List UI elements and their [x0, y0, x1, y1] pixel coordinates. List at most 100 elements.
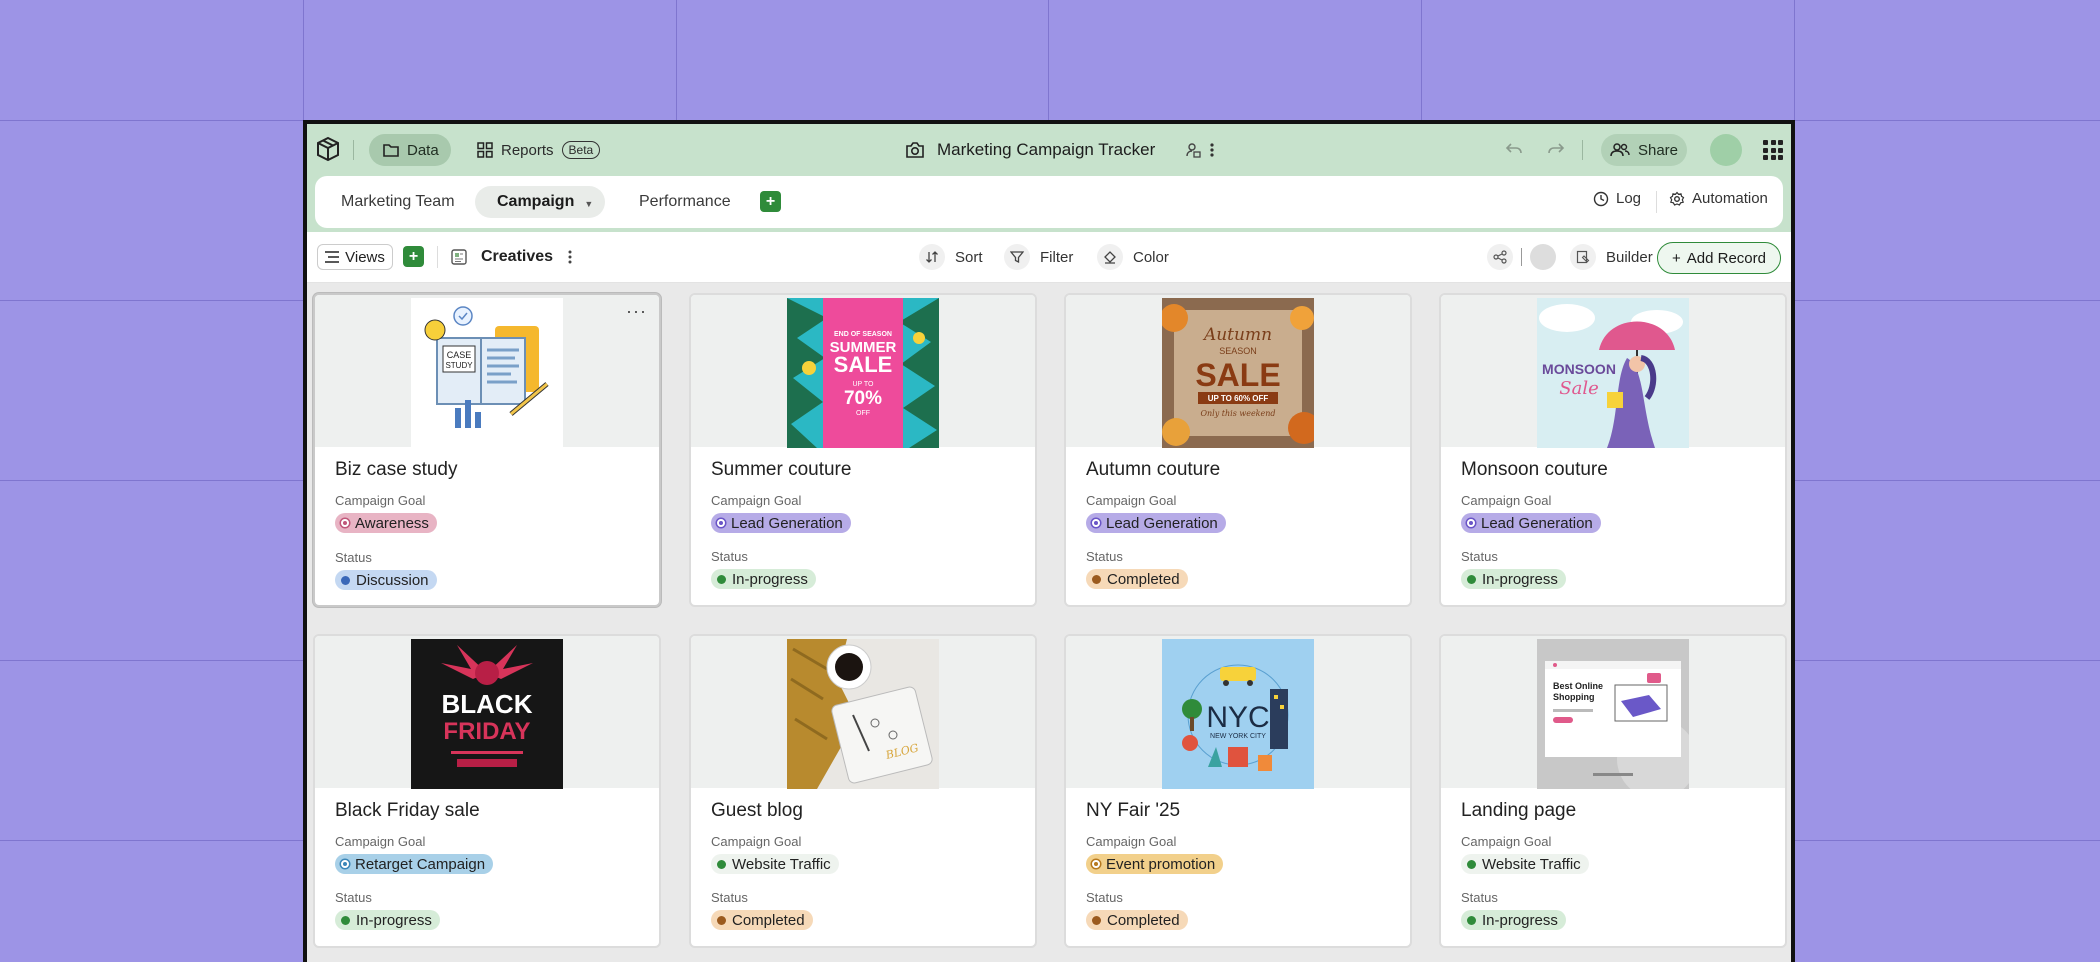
log-label: Log [1616, 190, 1642, 207]
status-dot [717, 859, 726, 869]
chip-label: In-progress [732, 570, 808, 588]
add-record-label: Add Record [1686, 249, 1766, 267]
poster-text: Shopping [1553, 692, 1595, 702]
goal-label: Campaign Goal [335, 493, 426, 508]
add-record-button[interactable]: + Add Record [1657, 242, 1781, 274]
record-card[interactable]: BLACK FRIDAY Black Friday sale Campaign … [313, 634, 661, 948]
divider [1582, 140, 1583, 160]
view-name: Creatives [481, 248, 554, 265]
filter-button[interactable]: Filter [1004, 244, 1073, 270]
avatar[interactable] [1710, 134, 1742, 166]
tab-marketing-team[interactable]: Marketing Team [319, 186, 477, 218]
tab-performance[interactable]: Performance [617, 186, 753, 218]
card-thumbnail: BLOG [691, 636, 1035, 789]
card-title: Summer couture [711, 459, 852, 480]
poster-text: NEW YORK CITY [1210, 733, 1266, 740]
record-card[interactable]: END OF SEASON SUMMER SALE UP TO 70% OFF … [689, 293, 1037, 607]
nyc-illustration: NYC NEW YORK CITY [1162, 639, 1314, 789]
status-dot [1092, 915, 1101, 925]
autumn-sale-poster: Autumn SEASON SALE UP TO 60% OFF Only th… [1162, 298, 1314, 448]
sort-label: Sort [955, 248, 983, 266]
record-card[interactable]: NYC NEW YORK CITY NY Fair '25 Campaign G… [1064, 634, 1412, 948]
reports-nav-button[interactable]: Reports Beta [477, 134, 601, 166]
record-card[interactable]: Best Online Shopping Landing page Campai… [1439, 634, 1787, 948]
redo-icon[interactable] [1547, 140, 1565, 158]
menu-icon [325, 251, 340, 263]
views-button[interactable]: Views [317, 244, 393, 270]
coffee-notebook-photo: BLOG [787, 639, 939, 789]
add-view-button[interactable]: + [403, 246, 424, 267]
status-dot [1092, 574, 1101, 584]
color-button[interactable]: Color [1097, 244, 1169, 270]
app-window: Data Reports Beta Marketing Campaign Tra… [303, 120, 1795, 962]
chevron-down-icon[interactable]: ▼ [584, 199, 593, 209]
chip-label: Website Traffic [732, 855, 831, 873]
status-chip: In-progress [1461, 569, 1566, 589]
gallery-grid: CASE STUDY ··· Biz case study Campaign G… [307, 283, 1791, 962]
chip-label: Awareness [355, 514, 429, 532]
undo-icon[interactable] [1505, 140, 1523, 158]
chip-label: In-progress [1482, 570, 1558, 588]
status-label: Status [1461, 890, 1498, 905]
sort-button[interactable]: Sort [919, 244, 983, 270]
more-vertical-icon[interactable] [1209, 142, 1215, 158]
automation-button[interactable]: Automation [1669, 190, 1768, 207]
record-card[interactable]: Autumn SEASON SALE UP TO 60% OFF Only th… [1064, 293, 1412, 607]
toggle-switch[interactable] [1530, 244, 1556, 270]
builder-button[interactable]: Builder [1570, 244, 1653, 270]
poster-text: OFF [856, 410, 870, 417]
document-title-area: Marketing Campaign Tracker [905, 134, 1215, 166]
status-label: Status [711, 549, 748, 564]
poster-text: MONSOON [1542, 361, 1616, 377]
record-card[interactable]: BLOG Guest blog Campaign Goal Website Tr… [689, 634, 1037, 948]
status-chip: Completed [1086, 569, 1188, 589]
plus-icon: + [1672, 249, 1681, 267]
status-chip: Completed [711, 910, 813, 930]
data-nav-button[interactable]: Data [369, 134, 451, 166]
record-card[interactable]: CASE STUDY ··· Biz case study Campaign G… [313, 293, 661, 607]
goal-chip: Retarget Campaign [335, 854, 494, 874]
status-chip: Discussion [335, 570, 437, 590]
goal-label: Campaign Goal [1461, 834, 1552, 849]
add-tab-button[interactable]: + [760, 191, 781, 212]
card-thumbnail: END OF SEASON SUMMER SALE UP TO 70% OFF [691, 295, 1035, 448]
goal-chip: Lead Generation [1461, 513, 1601, 533]
status-chip: In-progress [711, 569, 816, 589]
log-button[interactable]: Log [1593, 190, 1641, 207]
goal-chip: Awareness [335, 513, 437, 533]
goal-label: Campaign Goal [1086, 493, 1177, 508]
poster-text: NYC [1206, 701, 1269, 734]
status-dot [1092, 519, 1100, 527]
status-dot [1467, 859, 1476, 869]
beta-badge: Beta [561, 141, 601, 159]
status-dot [1467, 915, 1476, 925]
status-dot [717, 519, 725, 527]
goal-label: Campaign Goal [711, 834, 802, 849]
chip-label: Completed [732, 911, 805, 929]
record-card[interactable]: MONSOON Sale Monsoon couture Campaign Go… [1439, 293, 1787, 607]
app-logo-icon[interactable] [315, 136, 341, 162]
more-vertical-icon[interactable] [567, 249, 573, 265]
apps-grid-icon[interactable] [1763, 140, 1783, 160]
goal-chip: Website Traffic [1461, 854, 1589, 874]
svg-text:CASE: CASE [447, 350, 472, 360]
card-title: Autumn couture [1086, 459, 1221, 480]
tab-campaign[interactable]: Campaign ▼ [475, 186, 605, 218]
share-label: Share [1637, 141, 1679, 159]
card-title: NY Fair '25 [1086, 800, 1181, 821]
poster-text: SALE [1195, 357, 1280, 393]
more-horizontal-icon[interactable]: ··· [626, 301, 647, 322]
current-view[interactable]: Creatives [451, 244, 573, 270]
page-title[interactable]: Marketing Campaign Tracker [937, 140, 1155, 160]
user-lock-icon[interactable] [1185, 142, 1201, 158]
card-thumbnail: BLACK FRIDAY [315, 636, 659, 789]
share-nodes-icon[interactable] [1487, 244, 1513, 270]
camera-icon[interactable] [905, 141, 925, 159]
views-label: Views [345, 248, 385, 266]
divider [1521, 248, 1522, 266]
goal-chip: Lead Generation [1086, 513, 1226, 533]
status-dot [1092, 860, 1100, 868]
share-button[interactable]: Share [1601, 134, 1687, 166]
divider [1656, 191, 1657, 213]
summer-sale-poster: END OF SEASON SUMMER SALE UP TO 70% OFF [787, 298, 939, 448]
